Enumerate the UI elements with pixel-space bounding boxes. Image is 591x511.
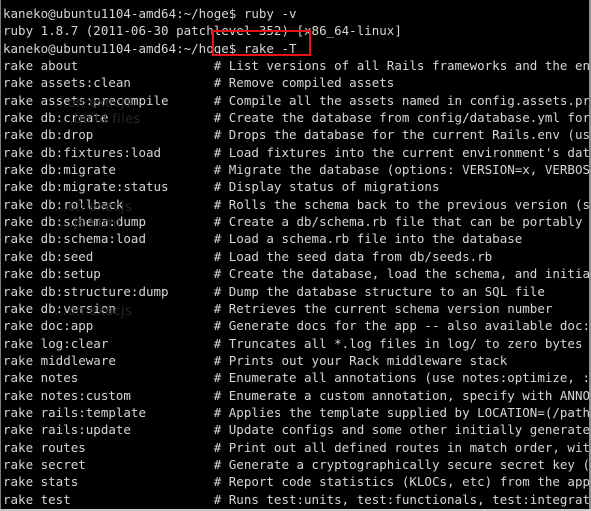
rake-task-description: # Report code statistics (KLOCs, etc) fr…	[213, 474, 591, 490]
rake-task-command: rake stats	[3, 474, 214, 490]
rake-task-row: rake db:version # Retrieves the current …	[3, 300, 591, 317]
rake-task-command: rake routes	[3, 439, 214, 455]
rake-task-row: rake db:create # Create the database fro…	[3, 109, 591, 126]
rake-task-description: # Drops the database for the current Rai…	[213, 127, 591, 143]
rake-task-description: # Load the seed data from db/seeds.rb	[213, 248, 493, 264]
rake-task-description: # Create the database from config/databa…	[213, 110, 591, 126]
rake-task-description: # Create a db/schema.rb file that can be…	[213, 214, 591, 230]
rake-task-row: rake rails:update # Update configs and s…	[3, 421, 591, 438]
output-ruby-version: ruby 1.8.7 (2011-06-30 patchlevel 352) […	[3, 23, 402, 39]
rake-task-command: rake db:schema:dump	[3, 214, 214, 230]
rake-task-command: rake assets:precompile	[3, 92, 214, 108]
rake-task-command: rake rails:update	[3, 422, 214, 438]
rake-task-row: rake test # Runs test:units, test:functi…	[3, 491, 591, 508]
prompt-line-ruby-version: kaneko@ubuntu1104-amd64:~/hoge$ ruby -v	[3, 6, 297, 21]
rake-task-command: rake middleware	[3, 352, 214, 368]
rake-task-row: rake db:rollback # Rolls the schema back…	[3, 196, 591, 213]
rake-task-command: rake log:clear	[3, 335, 214, 351]
rake-task-row: rake rails:template # Applies the templa…	[3, 404, 591, 421]
rake-task-description: # Load a schema.rb file into the databas…	[213, 231, 523, 247]
rake-task-description: # Update configs and some other initiall…	[213, 422, 591, 438]
terminal-line-list: kaneko@ubuntu1104-amd64:~/hoge$ ruby -v r…	[0, 5, 591, 511]
rake-task-description: # Enumerate a custom annotation, specify…	[213, 387, 591, 403]
rake-task-row: rake stats # Report code statistics (KLO…	[3, 473, 591, 490]
rake-task-description: # Runs test:units, test:functionals, tes…	[213, 491, 591, 507]
rake-task-command: rake notes	[3, 370, 214, 386]
rake-task-command: rake notes:custom	[3, 387, 214, 403]
rake-task-command: rake rails:template	[3, 404, 214, 420]
rake-task-command: rake assets:clean	[3, 75, 214, 91]
rake-task-row: rake middleware # Prints out your Rack m…	[3, 352, 591, 369]
rake-task-command: rake db:create	[3, 110, 214, 126]
rake-task-description: # Enumerate all annotations (use notes:o…	[213, 370, 591, 386]
terminal-window[interactable]: ...on execjs ...build files ...on execjs..…	[0, 0, 591, 511]
rake-task-command: rake db:fixtures:load	[3, 144, 214, 160]
rake-task-row: rake log:clear # Truncates all *.log fil…	[3, 335, 591, 352]
rake-task-description: # Remove compiled assets	[213, 75, 395, 91]
window-edge-left	[0, 0, 1, 511]
rake-task-row: rake assets:clean # Remove compiled asse…	[3, 74, 591, 91]
rake-task-row: rake notes # Enumerate all annotations (…	[3, 369, 591, 386]
rake-task-description: # Print out all defined routes in match …	[213, 439, 591, 455]
rake-task-row: rake about # List versions of all Rails …	[3, 57, 591, 74]
prompt-line-rake-t: kaneko@ubuntu1104-amd64:~/hoge$ rake -T	[3, 40, 297, 56]
rake-task-description: # Dump the database structure to an SQL …	[213, 283, 545, 299]
rake-task-row: rake db:fixtures:load # Load fixtures in…	[3, 144, 591, 161]
rake-task-row: rake secret # Generate a cryptographical…	[3, 456, 591, 473]
rake-task-description: # List versions of all Rails frameworks …	[213, 58, 591, 74]
rake-task-description: # Rolls the schema back to the previous …	[213, 196, 591, 212]
rake-task-description: # Retrieves the current schema version n…	[213, 300, 553, 316]
rake-task-description: # Applies the template supplied by LOCAT…	[213, 404, 591, 420]
rake-task-description: # Prints out your Rack middleware stack	[213, 352, 508, 368]
rake-task-command: rake db:setup	[3, 266, 214, 282]
rake-task-row: rake db:seed # Load the seed data from d…	[3, 248, 591, 265]
rake-task-command: rake db:seed	[3, 248, 214, 264]
rake-task-description: # Migrate the database (options: VERSION…	[213, 162, 591, 178]
rake-task-row: rake assets:precompile # Compile all the…	[3, 92, 591, 109]
rake-task-command: rake db:schema:load	[3, 231, 214, 247]
rake-task-row: rake routes # Print out all defined rout…	[3, 439, 591, 456]
rake-task-description: # Display status of migrations	[213, 179, 440, 195]
rake-task-description: # Generate docs for the app -- also avai…	[213, 318, 591, 334]
rake-task-description: # Generate a cryptographically secure se…	[213, 456, 591, 472]
rake-task-row: rake db:setup # Create the database, loa…	[3, 265, 591, 282]
rake-task-row: rake db:migrate # Migrate the database (…	[3, 161, 591, 178]
rake-task-command: rake secret	[3, 456, 214, 472]
rake-task-row: rake db:migrate:status # Display status …	[3, 178, 591, 195]
rake-task-row: rake db:structure:dump # Dump the databa…	[3, 283, 591, 300]
rake-task-command: rake db:migrate:status	[3, 179, 214, 195]
rake-task-command: rake about	[3, 58, 214, 74]
rake-task-command: rake db:migrate	[3, 162, 214, 178]
rake-task-command: rake db:rollback	[3, 196, 214, 212]
rake-task-row: rake db:drop # Drops the database for th…	[3, 126, 591, 143]
rake-task-description: # Load fixtures into the current environ…	[213, 144, 591, 160]
rake-task-command: rake doc:app	[3, 318, 214, 334]
rake-task-row: rake notes:custom # Enumerate a custom a…	[3, 387, 591, 404]
rake-task-command: rake db:version	[3, 300, 214, 316]
rake-task-command: rake db:structure:dump	[3, 283, 214, 299]
rake-task-command: rake db:drop	[3, 127, 214, 143]
rake-task-row: rake db:schema:dump # Create a db/schema…	[3, 213, 591, 230]
rake-task-command: rake test	[3, 491, 214, 507]
rake-task-description: # Create the database, load the schema, …	[213, 266, 591, 282]
scrolled-partial-line: kaneko@ubuntu1104-amd64:~/hoge$	[0, 0, 591, 5]
terminal-output[interactable]: kaneko@ubuntu1104-amd64:~/hoge$ ruby -v r…	[0, 0, 591, 511]
rake-task-description: # Truncates all *.log files in log/ to z…	[213, 335, 583, 351]
rake-task-description: # Compile all the assets named in config…	[213, 92, 591, 108]
rake-task-row: rake doc:app # Generate docs for the app…	[3, 317, 591, 334]
rake-task-row: rake db:schema:load # Load a schema.rb f…	[3, 230, 591, 247]
